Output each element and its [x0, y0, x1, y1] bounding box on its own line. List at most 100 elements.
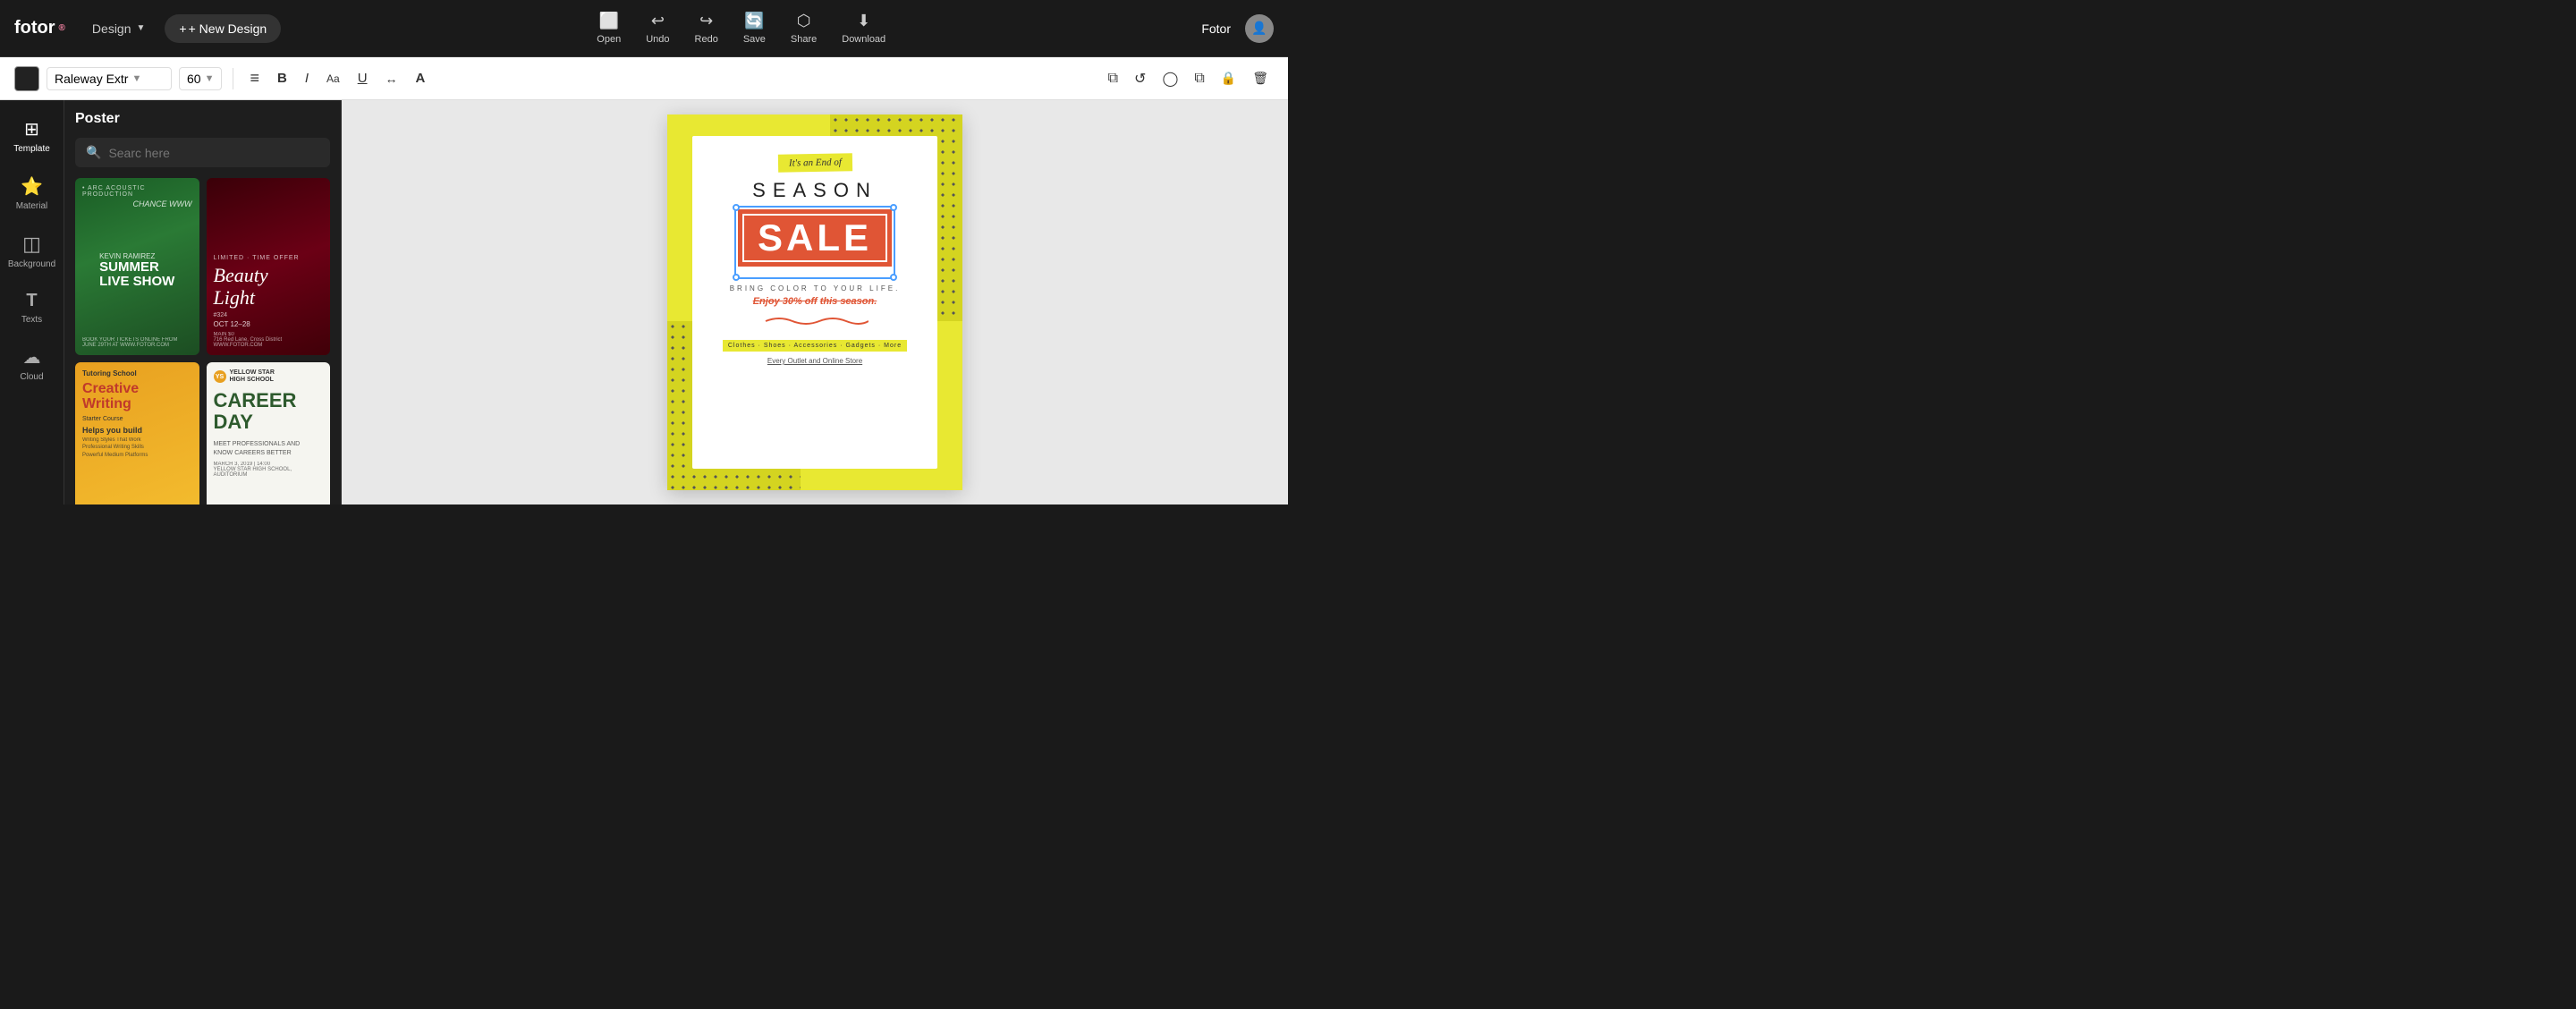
enjoy-label: Enjoy [753, 296, 783, 307]
chevron-down-icon: ▼ [137, 23, 146, 33]
poster-wave-decoration [761, 314, 869, 333]
sidebar-item-cloud[interactable]: ☁ Cloud [0, 335, 64, 393]
download-icon: ⬇ [857, 12, 870, 30]
texts-label: Texts [21, 315, 42, 325]
italic-button[interactable]: I [300, 67, 314, 89]
lock-button[interactable]: 🔒 [1216, 67, 1241, 89]
cloud-icon: ☁ [23, 346, 41, 369]
template-card-beauty[interactable]: LIMITED · TIME OFFER BeautyLight #324 OC… [207, 178, 331, 355]
sidebar-item-template[interactable]: ⊞ Template [0, 107, 64, 165]
avatar-image: 👤 [1251, 21, 1267, 36]
font-size-display: 60 [187, 72, 201, 86]
font-size-selector[interactable]: 60 ▼ [179, 67, 222, 90]
rotate-button[interactable]: ↺ [1129, 66, 1151, 91]
logo-superscript: ® [59, 23, 65, 33]
share-label: Share [791, 34, 817, 45]
template-grid: • ARC ACOUSTIC PRODUCTION CHANCE WWW KEV… [75, 178, 330, 504]
poster-white-card: It's an End of SEASON SALE [692, 136, 937, 469]
material-icon: ⭐ [21, 175, 43, 198]
template-label: Template [13, 144, 50, 154]
user-name: Fotor [1201, 21, 1231, 36]
undo-label: Undo [646, 34, 669, 45]
new-design-label: + New Design [189, 21, 267, 36]
sidebar-item-background[interactable]: ◫ Background [0, 222, 64, 280]
sidebar-icons: ⊞ Template ⭐ Material ◫ Background T Tex… [0, 100, 64, 504]
letter-spacing-button[interactable]: ↔ [380, 68, 403, 89]
template-card-creative[interactable]: Tutoring School CreativeWriting Starter … [75, 362, 199, 504]
template-card-career[interactable]: YS YELLOW STARHIGH SCHOOL CAREERDAY MEET… [207, 362, 331, 504]
redo-button[interactable]: ↪ Redo [695, 12, 718, 45]
open-label: Open [597, 34, 621, 45]
font-name-display: Raleway Extr [55, 72, 128, 86]
chevron-down-icon: ▼ [205, 73, 215, 84]
redo-icon: ↪ [699, 12, 713, 30]
chevron-down-icon: ▼ [131, 73, 141, 84]
texts-icon: T [26, 291, 37, 311]
poster-end-of-season-tag: It's an End of [777, 153, 852, 172]
text-size-button[interactable]: Aa [321, 69, 345, 89]
font-family-selector[interactable]: Raleway Extr ▼ [47, 67, 172, 90]
redo-label: Redo [695, 34, 718, 45]
season-label: SEASON [752, 179, 877, 201]
search-icon: 🔍 [86, 145, 101, 160]
new-design-button[interactable]: + + New Design [165, 14, 281, 43]
share-button[interactable]: ⬡ Share [791, 12, 817, 45]
open-button[interactable]: ⬜ Open [597, 12, 621, 45]
poster-store-link[interactable]: Every Outlet and Online Store [767, 357, 862, 365]
cloud-label: Cloud [20, 372, 43, 382]
plus-icon: + [179, 21, 186, 36]
design-dropdown-button[interactable]: Design ▼ [83, 16, 155, 41]
discount-text: 30% off [783, 296, 818, 307]
save-icon: 🔄 [744, 12, 764, 30]
circle-crop-button[interactable]: ◯ [1157, 66, 1183, 91]
layers-button[interactable]: ⧉ [1189, 67, 1209, 90]
sale-element-container[interactable]: SALE [738, 209, 892, 276]
tag-text: It's an End of [788, 157, 841, 168]
underline-button[interactable]: U [352, 67, 373, 89]
delete-button[interactable]: 🗑 [1247, 67, 1274, 89]
font-color-swatch[interactable] [14, 66, 39, 91]
download-label: Download [842, 34, 886, 45]
main-layout: ⊞ Template ⭐ Material ◫ Background T Tex… [0, 100, 1288, 504]
material-label: Material [16, 201, 48, 211]
bring-text: BRING COLOR TO YOUR LIFE. [730, 284, 901, 293]
duplicate-button[interactable]: ⧉ [1103, 67, 1123, 90]
background-icon: ◫ [22, 233, 41, 256]
template-icon: ⊞ [24, 118, 39, 140]
sidebar-item-texts[interactable]: T Texts [0, 280, 64, 335]
open-icon: ⬜ [599, 12, 619, 30]
logo-text: fotor [14, 18, 55, 38]
avatar[interactable]: 👤 [1245, 14, 1274, 43]
share-icon: ⬡ [797, 12, 811, 30]
background-label: Background [8, 259, 55, 269]
download-button[interactable]: ⬇ Download [842, 12, 886, 45]
sidebar-item-material[interactable]: ⭐ Material [0, 165, 64, 222]
categories-text: Clothes · Shoes · Accessories · Gadgets … [728, 343, 902, 349]
nav-actions: ⬜ Open ↩ Undo ↪ Redo 🔄 Save ⬡ Share ⬇ Do… [281, 12, 1201, 45]
align-button[interactable]: ≡ [244, 65, 265, 91]
poster-canvas: It's an End of SEASON SALE [667, 114, 962, 490]
handle-br[interactable] [890, 274, 897, 281]
save-label: Save [743, 34, 766, 45]
toolbar-right: ⧉ ↺ ◯ ⧉ 🔒 🗑 [1103, 66, 1274, 91]
top-navigation: fotor ® Design ▼ + + New Design ⬜ Open ↩ … [0, 0, 1288, 57]
text-case-button[interactable]: A [411, 67, 431, 89]
this-season-label: this season. [820, 296, 877, 307]
bold-button[interactable]: B [272, 67, 292, 89]
save-button[interactable]: 🔄 Save [743, 12, 766, 45]
template-card-summer[interactable]: • ARC ACOUSTIC PRODUCTION CHANCE WWW KEV… [75, 178, 199, 355]
fotor-logo: fotor ® [14, 18, 65, 38]
search-input[interactable] [108, 146, 319, 160]
poster-enjoy-text: Enjoy 30% off this season. [753, 296, 877, 307]
handle-bl[interactable] [733, 274, 740, 281]
poster-season-text: SEASON [752, 179, 877, 202]
undo-icon: ↩ [651, 12, 665, 30]
text-toolbar: Raleway Extr ▼ 60 ▼ ≡ B I Aa U ↔ A ⧉ ↺ ◯… [0, 57, 1288, 100]
poster-sale-box[interactable]: SALE [738, 209, 892, 267]
nav-right: Fotor 👤 [1201, 14, 1274, 43]
poster-categories-bar: Clothes · Shoes · Accessories · Gadgets … [723, 340, 907, 352]
undo-button[interactable]: ↩ Undo [646, 12, 669, 45]
design-label: Design [92, 21, 131, 36]
template-panel: Poster 🔍 • ARC ACOUSTIC PRODUCTION CHANC… [64, 100, 342, 504]
canvas-area[interactable]: It's an End of SEASON SALE [342, 100, 1288, 504]
